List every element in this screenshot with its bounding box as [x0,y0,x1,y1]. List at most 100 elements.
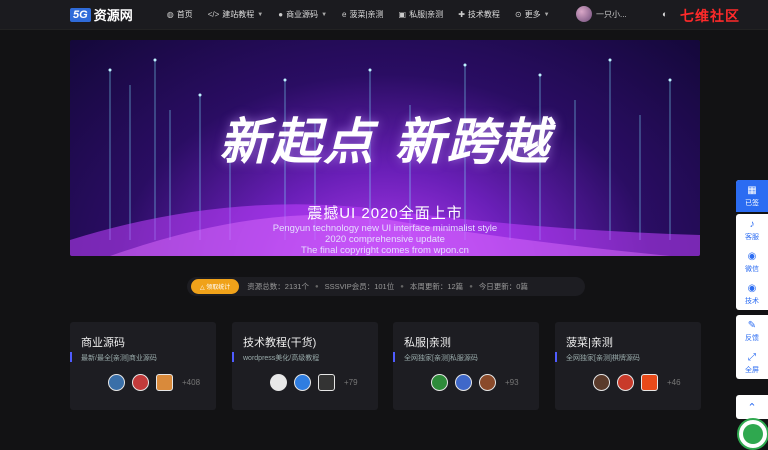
brand-watermark: 七维社区 [680,8,740,24]
server-icon: ▣ [398,10,407,19]
tools-icon: ✚ [458,10,465,19]
category-card-private-server[interactable]: 私服|亲测 全网独家[亲测]私服源码 +93 [393,322,539,410]
nav-item-tech-tutorials[interactable]: ✚ 技术教程 [458,9,500,20]
card-description: wordpress美化/高级教程 [243,355,320,362]
nav-label: 建站教程 [222,10,255,19]
stat-vip: SSSVIP会员：101位 [324,282,395,291]
thumbnail[interactable] [108,374,125,391]
banner-line-1: Pengyun technology new UI interface mini… [272,223,498,234]
card-thumbnails: +93 [431,374,519,391]
thumbnail[interactable] [617,374,634,391]
sidebar-label: 客服 [745,233,759,241]
user-menu[interactable]: 一只小... [576,6,627,22]
nav-label: 私服|亲测 [409,10,444,19]
nav-label: 首页 [176,10,193,19]
banner-subtitle: 震撼UI 2020全面上市 [307,205,463,222]
site-stats-bar: △ 领取统计 资源总数：2131个 ● SSSVIP会员：101位 ● 本周更新… [187,277,585,296]
hero-banner[interactable]: 新起点 新跨越 震撼UI 2020全面上市 Pengyun technology… [70,40,700,256]
floating-sidebar-tools: ✎ 反馈 ⤢ 全屏 [736,315,768,379]
nav-item-commercial-source[interactable]: ● 商业源码 ▼ [278,9,327,20]
nav-label: 商业源码 [286,10,319,19]
sidebar-label: 已签 [745,199,759,207]
nav-label: 技术教程 [467,10,500,19]
thumbnail[interactable] [479,374,496,391]
arrow-up-icon: ⌃ [747,401,757,414]
chat-icon: ◉ [747,282,757,294]
sidebar-item-tech[interactable]: ◉ 技术 [736,278,768,310]
card-accent [555,352,557,362]
card-title: 技术教程(干货) [243,337,317,349]
nav-item-tutorials[interactable]: </> 建站教程 ▼ [208,9,264,20]
avatar [576,6,592,22]
thumbnail[interactable] [294,374,311,391]
chevron-down-icon: ▼ [257,11,264,18]
user-name: 一只小... [596,9,627,19]
bell-icon: ♪ [749,218,755,230]
edit-icon: ✎ [747,319,757,331]
sidebar-item-feedback[interactable]: ✎ 反馈 [736,315,768,347]
banner-title: 新起点 新跨越 [219,112,551,171]
card-count: +46 [667,378,681,387]
nav-label: 菠菜|亲测 [349,10,384,19]
sidebar-item-support[interactable]: ♪ 客服 [736,214,768,246]
back-to-top-button[interactable]: ⌃ [736,395,768,419]
wechat-icon: ◉ [747,250,757,262]
logo-badge: 5G [70,7,91,22]
thumbnail[interactable] [132,374,149,391]
card-count: +408 [182,378,201,387]
sidebar-item-checkin[interactable]: ▦ 已签 [736,180,768,212]
sidebar-label: 技术 [745,297,759,305]
category-card-bocai[interactable]: 菠菜|亲测 全网独家[亲测]棋牌源码 +46 [555,322,701,410]
card-description: 最新/最全[亲测]商业源码 [81,355,157,362]
card-count: +93 [505,378,519,387]
theme-toggle-icon[interactable]: ◐ [662,9,667,19]
card-thumbnails: +408 [108,374,200,391]
card-accent [393,352,395,362]
nav-item-home[interactable]: ◍ 首页 [167,9,193,20]
thumbnail[interactable] [318,374,335,391]
floating-sidebar-top: ▦ 已签 [736,180,768,212]
separator-icon: ● [400,283,404,290]
main-nav: ◍ 首页 </> 建站教程 ▼ ● 商业源码 ▼ e 菠菜|亲测 ▣ 私服|亲测… [167,9,565,20]
thumbnail[interactable] [593,374,610,391]
stats-button[interactable]: △ 领取统计 [191,279,240,294]
home-icon: ◍ [166,10,174,19]
card-title: 菠菜|亲测 [566,337,613,349]
nav-item-private-server[interactable]: ▣ 私服|亲测 [399,9,444,20]
nav-item-bocai[interactable]: e 菠菜|亲测 [342,9,384,20]
card-title: 私服|亲测 [404,337,451,349]
card-description: 全网独家[亲测]私服源码 [404,355,478,362]
separator-icon: ● [469,283,473,290]
top-navbar: 5G 资源网 ◍ 首页 </> 建站教程 ▼ ● 商业源码 ▼ e 菠菜|亲测 … [0,0,768,30]
shield-icon [743,424,763,444]
banner-line-3: The final copyright comes from wpon.cn [301,245,469,256]
stat-today: 今日更新：0篇 [478,282,528,291]
banner-line-2: 2020 comprehensive update [325,234,445,245]
nav-item-more[interactable]: ⊙ 更多 ▼ [515,9,550,20]
site-logo[interactable]: 5G 资源网 [70,5,133,24]
category-card-tutorials[interactable]: 技术教程(干货) wordpress美化/高级教程 +79 [232,322,378,410]
sidebar-label: 微信 [745,265,759,273]
thumbnail[interactable] [156,374,173,391]
logo-text: 资源网 [93,8,133,23]
card-count: +79 [344,378,358,387]
thumbnail[interactable] [455,374,472,391]
thumbnail[interactable] [270,374,287,391]
thumbnail[interactable] [431,374,448,391]
card-thumbnails: +79 [270,374,358,391]
sidebar-item-wechat[interactable]: ◉ 微信 [736,246,768,278]
card-accent [70,352,72,362]
floating-sidebar-contact: ♪ 客服 ◉ 微信 ◉ 技术 [736,214,768,310]
card-accent [232,352,234,362]
security-seal [737,418,768,450]
sidebar-item-fullscreen[interactable]: ⤢ 全屏 [736,347,768,379]
sidebar-label: 全屏 [745,366,759,374]
thumbnail[interactable] [641,374,658,391]
code-icon: </> [207,10,220,19]
edge-icon: e [342,10,347,19]
chevron-down-icon: ▼ [543,11,550,18]
apple-icon: ● [278,10,284,19]
card-title: 商业源码 [81,337,125,349]
separator-icon: ● [314,283,319,290]
category-card-commercial[interactable]: 商业源码 最新/最全[亲测]商业源码 +408 [70,322,216,410]
